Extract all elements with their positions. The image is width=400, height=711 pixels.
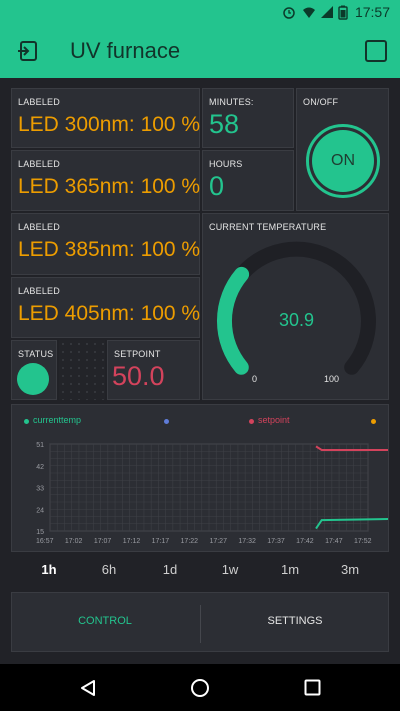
led-300-display: LABELED LED 300nm: 100 % (11, 88, 200, 148)
home-icon[interactable] (190, 678, 210, 698)
x-tick-label: 17:37 (267, 538, 285, 545)
period-1h[interactable]: 1h (29, 562, 69, 577)
hours-label: HOURS (209, 159, 243, 169)
status-label: STATUS (18, 349, 54, 359)
period-1m[interactable]: 1m (270, 562, 310, 577)
power-button[interactable]: ON (306, 124, 380, 198)
series-setpoint (315, 445, 388, 451)
y-tick-label: 15 (36, 529, 44, 536)
battery-icon (338, 5, 348, 20)
app-title: UV furnace (70, 38, 181, 63)
y-tick-label: 24 (36, 507, 44, 514)
app-bar: UV furnace (0, 26, 400, 78)
temperature-label: CURRENT TEMPERATURE (209, 222, 327, 232)
gauge-min-label: 0 (252, 374, 258, 384)
x-tick-label: 17:52 (354, 538, 372, 545)
led-label: LABELED (18, 97, 60, 107)
status-panel: STATUS (11, 340, 57, 400)
status-bar: 17:57 (0, 0, 400, 26)
power-panel: ON/OFF ON (296, 88, 389, 211)
led-value: LED 365nm: 100 % (18, 175, 201, 198)
signal-icon (321, 6, 333, 18)
led-label: LABELED (18, 222, 60, 232)
x-tick-label: 17:17 (152, 538, 170, 545)
led-label: LABELED (18, 159, 60, 169)
hours-display: HOURS 0 (202, 150, 294, 211)
alarm-icon (283, 7, 295, 19)
minutes-label: MINUTES: (209, 97, 254, 107)
power-label: ON/OFF (303, 97, 339, 107)
x-tick-label: 17:02 (65, 538, 83, 545)
minutes-value: 58 (209, 109, 240, 139)
x-tick-label: 16:57 (36, 538, 54, 545)
history-chart: currenttemp setpoint 51 42 33 24 15 16:57 17:0… (11, 404, 389, 552)
x-tick-label: 17:47 (325, 538, 343, 545)
gauge-track (217, 241, 376, 375)
led-value: LED 385nm: 100 % (18, 238, 201, 261)
temperature-gauge: CURRENT TEMPERATURE 30.9 0 100 (202, 213, 389, 400)
exit-icon[interactable] (16, 39, 40, 63)
setpoint-value: 50.0 (112, 361, 165, 391)
chart-plot: 51 42 33 24 15 16:57 17:02 17:07 17:12 17:17 17:22… (36, 442, 388, 545)
navigation-bar (0, 664, 400, 711)
hours-value: 0 (209, 171, 225, 201)
led-value: LED 300nm: 100 % (18, 113, 201, 136)
tab-settings[interactable]: SETTINGS (235, 615, 355, 627)
setpoint-display: SETPOINT 50.0 (107, 340, 200, 400)
minutes-display: MINUTES: 58 (202, 88, 294, 148)
setpoint-label: SETPOINT (114, 349, 161, 359)
x-tick-label: 17:12 (123, 538, 141, 545)
x-tick-label: 17:42 (296, 538, 314, 545)
y-tick-label: 51 (36, 442, 44, 449)
x-tick-label: 17:22 (181, 538, 199, 545)
led-value: LED 405nm: 100 % (18, 302, 201, 325)
temperature-value: 30.9 (278, 310, 315, 330)
x-tick-label: 17:32 (238, 538, 256, 545)
y-tick-label: 42 (36, 464, 44, 471)
wifi-icon (303, 7, 315, 18)
x-tick-label: 17:27 (209, 538, 227, 545)
clock-time: 17:57 (354, 4, 390, 20)
period-3m[interactable]: 3m (330, 562, 370, 577)
led-405-display: LABELED LED 405nm: 100 % (11, 277, 200, 338)
power-button-label: ON (312, 130, 374, 192)
led-365-display: LABELED LED 365nm: 100 % (11, 150, 200, 211)
period-6h[interactable]: 6h (89, 562, 129, 577)
checkbox-icon[interactable] (365, 40, 387, 62)
period-1w[interactable]: 1w (210, 562, 250, 577)
gauge-max-label: 100 (324, 374, 340, 384)
led-label: LABELED (18, 286, 60, 296)
recents-icon[interactable] (304, 679, 321, 696)
led-385-display: LABELED LED 385nm: 100 % (11, 213, 200, 275)
y-tick-label: 33 (36, 486, 44, 493)
tab-control[interactable]: CONTROL (45, 615, 165, 627)
period-1d[interactable]: 1d (150, 562, 190, 577)
empty-slot (59, 340, 105, 400)
back-icon[interactable] (79, 679, 97, 697)
status-led (17, 363, 49, 395)
x-tick-label: 17:07 (94, 538, 112, 545)
tab-divider (200, 605, 201, 643)
tab-bar: CONTROL SETTINGS (11, 592, 389, 652)
